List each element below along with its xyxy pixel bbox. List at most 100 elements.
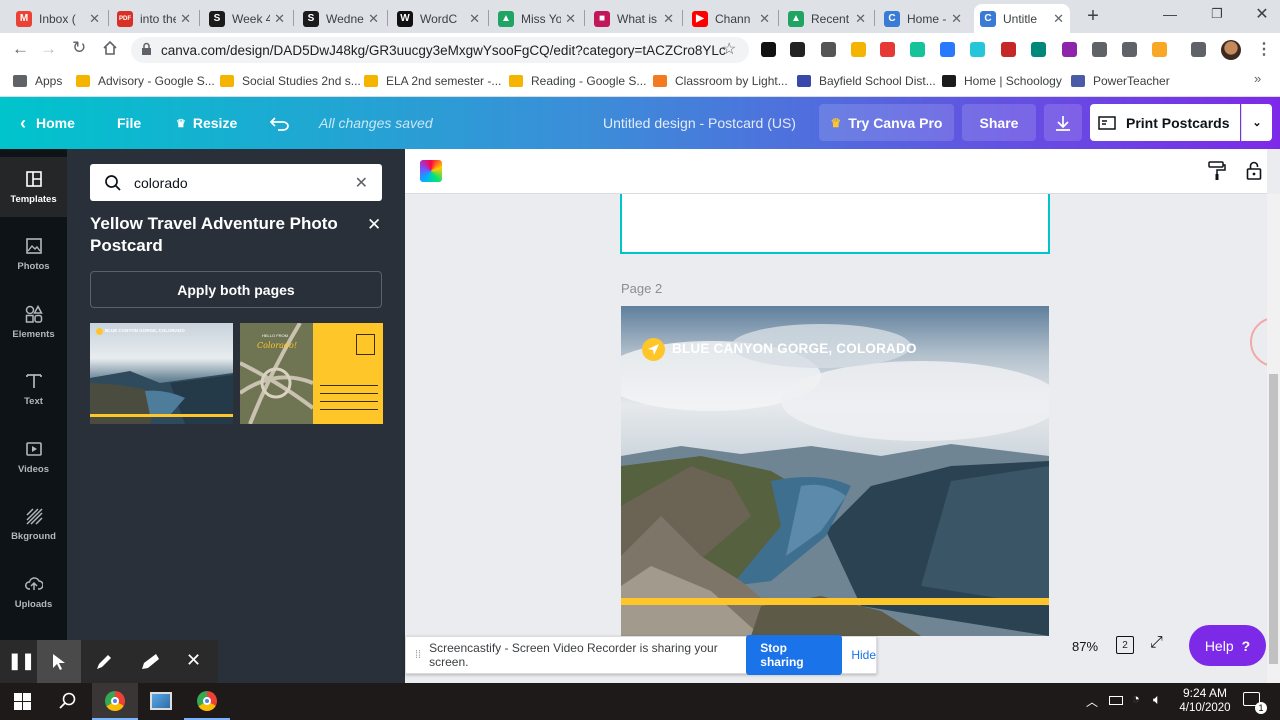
thumb-ext-icon[interactable] bbox=[1152, 42, 1167, 57]
close-tab-icon[interactable]: ✕ bbox=[565, 11, 576, 27]
bookmark-item[interactable]: Reading - Google S... bbox=[509, 72, 646, 90]
fullscreen-icon[interactable]: ⤢ bbox=[1150, 634, 1163, 652]
bookmark-item[interactable]: Social Studies 2nd s... bbox=[220, 72, 361, 90]
browser-tab[interactable]: ▶ Chann ✕ bbox=[686, 4, 776, 33]
screencastify-ext-icon[interactable] bbox=[761, 42, 776, 57]
share-button[interactable]: Share bbox=[962, 104, 1036, 141]
bookmark-star-icon[interactable]: ☆ bbox=[722, 39, 736, 59]
rail-item-text[interactable]: Text bbox=[0, 360, 67, 420]
clips-ext-icon[interactable] bbox=[880, 42, 895, 57]
unlock-icon[interactable] bbox=[1246, 161, 1262, 181]
rail-item-photos[interactable]: Photos bbox=[0, 225, 67, 285]
apply-both-pages-button[interactable]: Apply both pages bbox=[90, 271, 382, 308]
chrome-taskbar-icon[interactable] bbox=[92, 683, 138, 720]
tray-overflow-icon[interactable]: ︿ bbox=[1086, 693, 1098, 710]
browser-tab[interactable]: PDF into the ✕ bbox=[111, 4, 197, 33]
restore-window-button[interactable]: ❐ bbox=[1207, 6, 1227, 26]
battery-icon[interactable] bbox=[1109, 696, 1123, 705]
download-button[interactable] bbox=[1044, 104, 1082, 141]
page-2-canvas[interactable]: BLUE CANYON GORGE, COLORADO bbox=[621, 306, 1049, 636]
rail-item-videos[interactable]: Videos bbox=[0, 427, 67, 487]
clear-search-icon[interactable]: ✕ bbox=[355, 173, 368, 193]
bookmark-item[interactable]: PowerTeacher bbox=[1071, 72, 1170, 90]
rail-item-uploads[interactable]: Uploads bbox=[0, 562, 67, 622]
home-button[interactable]: ‹ Home bbox=[20, 97, 75, 149]
template-thumbnail-page-1[interactable]: BLUE CANYON GORGE, COLORADO bbox=[90, 323, 233, 424]
bookmark-item[interactable]: Home | Schoology bbox=[942, 72, 1062, 90]
vertical-scrollbar[interactable] bbox=[1267, 194, 1280, 683]
bookmark-item[interactable]: Bayfield School Dist... bbox=[797, 72, 936, 90]
browser-tab[interactable]: ▲ Miss Yo ✕ bbox=[492, 4, 582, 33]
page-count-button[interactable]: 2 bbox=[1116, 636, 1134, 654]
hide-link[interactable]: Hide bbox=[851, 648, 876, 662]
browser-tab[interactable]: S Wedne ✕ bbox=[297, 4, 385, 33]
home-icon[interactable] bbox=[102, 40, 118, 59]
close-tab-icon[interactable]: ✕ bbox=[855, 11, 866, 27]
scrollbar-thumb[interactable] bbox=[1269, 374, 1278, 664]
clock-date[interactable]: 4/10/2020 bbox=[1175, 702, 1235, 714]
file-menu-button[interactable]: File bbox=[117, 97, 141, 149]
postcard-title[interactable]: BLUE CANYON GORGE, COLORADO bbox=[672, 341, 917, 356]
close-tab-icon[interactable]: ✕ bbox=[951, 11, 962, 27]
template-search-field[interactable]: colorado ✕ bbox=[90, 164, 382, 201]
drag-handle-icon[interactable]: ⁞⁞ bbox=[415, 649, 421, 661]
grid-ext-icon[interactable] bbox=[1092, 42, 1107, 57]
pause-icon[interactable]: ❚❚ bbox=[8, 651, 35, 671]
h-ext-icon[interactable] bbox=[821, 42, 836, 57]
chrome-taskbar-icon-2[interactable] bbox=[184, 683, 230, 720]
color-picker-icon[interactable] bbox=[420, 160, 442, 182]
try-canva-pro-button[interactable]: ♛ Try Canva Pro bbox=[819, 104, 954, 141]
close-tab-icon[interactable]: ✕ bbox=[663, 11, 674, 27]
rail-item-elements[interactable]: Elements bbox=[0, 292, 67, 352]
document-title[interactable]: Untitled design - Postcard (US) bbox=[603, 97, 796, 149]
print-options-dropdown[interactable]: ⌄ bbox=[1241, 104, 1272, 141]
pen-icon[interactable] bbox=[94, 652, 114, 675]
browser-tab[interactable]: M Inbox (✕ bbox=[10, 4, 106, 33]
browser-tab[interactable]: C Home - ✕ bbox=[878, 4, 968, 33]
help-button[interactable]: Help ? bbox=[1189, 625, 1266, 666]
print-postcards-button[interactable]: Print Postcards bbox=[1090, 104, 1240, 141]
forward-icon[interactable]: → bbox=[40, 39, 57, 59]
close-tab-icon[interactable]: ✕ bbox=[368, 11, 379, 27]
browser-tab[interactable]: ▲ Recent ✕ bbox=[782, 4, 872, 33]
close-tab-icon[interactable]: ✕ bbox=[89, 11, 100, 27]
s-ext-icon[interactable] bbox=[1001, 42, 1016, 57]
search-icon[interactable] bbox=[59, 692, 77, 713]
rail-item-bkground[interactable]: Bkground bbox=[0, 495, 67, 555]
minimize-window-button[interactable]: — bbox=[1160, 6, 1180, 26]
paint-roller-icon[interactable] bbox=[1208, 161, 1226, 181]
queue-ext-icon[interactable] bbox=[1191, 42, 1206, 57]
clock-time[interactable]: 9:24 AM bbox=[1180, 686, 1230, 700]
bookmark-item[interactable]: Apps bbox=[13, 72, 62, 90]
screenshot-ext-icon[interactable] bbox=[970, 42, 985, 57]
new-tab-button[interactable]: + bbox=[1083, 5, 1103, 27]
schoology-ext-icon[interactable] bbox=[790, 42, 805, 57]
undo-button[interactable] bbox=[270, 97, 290, 149]
browser-tab[interactable]: ■ What is ✕ bbox=[588, 4, 680, 33]
resize-button[interactable]: ♛ Resize bbox=[176, 97, 237, 149]
browser-tab[interactable]: C Untitle ✕ bbox=[974, 4, 1070, 33]
highlighter-ext-icon[interactable] bbox=[940, 42, 955, 57]
read-write-ext-icon[interactable] bbox=[1062, 42, 1077, 57]
browser-tab[interactable]: S Week 4 ✕ bbox=[203, 4, 291, 33]
wifi-icon[interactable]: ◔ bbox=[1132, 691, 1140, 706]
close-tab-icon[interactable]: ✕ bbox=[469, 11, 480, 27]
close-tab-icon[interactable]: ✕ bbox=[1053, 11, 1064, 27]
volume-icon[interactable]: 🔈︎ bbox=[1153, 691, 1161, 708]
windows-start-icon[interactable] bbox=[14, 693, 31, 713]
stop-sharing-button[interactable]: Stop sharing bbox=[746, 635, 843, 675]
zoom-level[interactable]: 87% bbox=[1072, 639, 1098, 654]
template-thumbnail-page-2[interactable]: HELLO FROM Colorado! bbox=[240, 323, 383, 424]
grammarly-ext-icon[interactable] bbox=[910, 42, 925, 57]
rail-item-templates[interactable]: Templates bbox=[0, 157, 67, 217]
bookmark-item[interactable]: Advisory - Google S... bbox=[76, 72, 215, 90]
puzzle-ext-icon[interactable] bbox=[1122, 42, 1137, 57]
close-tab-icon[interactable]: ✕ bbox=[274, 11, 285, 27]
highlighter-icon[interactable] bbox=[140, 652, 160, 675]
browser-tab[interactable]: W WordC ✕ bbox=[391, 4, 486, 33]
keep-ext-icon[interactable] bbox=[851, 42, 866, 57]
close-template-icon[interactable]: ✕ bbox=[367, 215, 381, 235]
chrome-menu-icon[interactable]: ⋮ bbox=[1256, 39, 1272, 59]
bookmark-item[interactable]: Classroom by Light... bbox=[653, 72, 788, 90]
bookmarks-overflow-icon[interactable]: » bbox=[1254, 71, 1261, 86]
